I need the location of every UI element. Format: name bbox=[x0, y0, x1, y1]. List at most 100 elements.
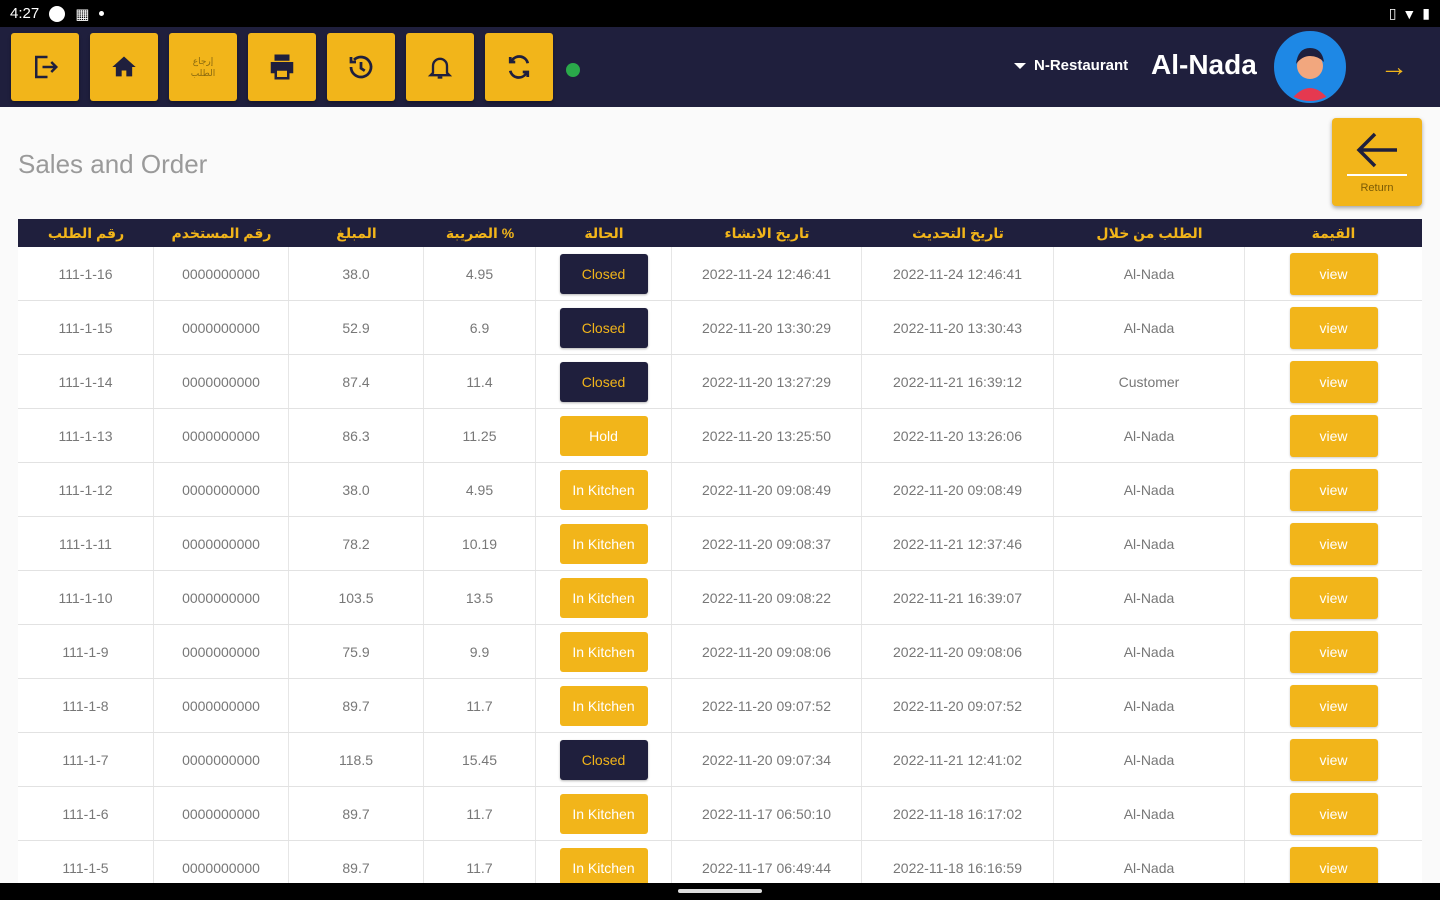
cell-updated: 2022-11-20 09:07:52 bbox=[862, 679, 1054, 732]
cell-value: 89.7 bbox=[342, 697, 370, 714]
cell-value: 0000000000 bbox=[182, 751, 260, 768]
cell-user: 0000000000 bbox=[154, 679, 289, 732]
cell-tax: 9.9 bbox=[424, 625, 536, 678]
header-ordered-via: الطلب من خلال bbox=[1096, 224, 1203, 241]
notification-icon: ▦ bbox=[75, 5, 90, 23]
return-button[interactable]: Return bbox=[1332, 118, 1422, 206]
restaurant-selector[interactable]: N-Restaurant bbox=[1014, 57, 1128, 74]
view-button[interactable]: view bbox=[1289, 846, 1378, 883]
cell-value: 111-1-8 bbox=[62, 697, 109, 714]
cell-order: 111-1-9 bbox=[18, 625, 154, 678]
logout-button[interactable] bbox=[11, 33, 79, 101]
cell-updated: 2022-11-20 09:08:06 bbox=[862, 625, 1054, 678]
cell-via: Al-Nada bbox=[1054, 301, 1245, 354]
cell-status: In Kitchen bbox=[536, 625, 672, 678]
home-button[interactable] bbox=[90, 33, 158, 101]
cell-value: 0000000000 bbox=[182, 643, 260, 660]
cell-value: 2022-11-20 09:08:06 bbox=[893, 643, 1022, 660]
status-badge: Closed bbox=[559, 361, 648, 402]
cell-tax: 15.45 bbox=[424, 733, 536, 786]
header-value: القيمة bbox=[1311, 224, 1356, 241]
view-button[interactable]: view bbox=[1289, 738, 1378, 781]
table-row: 111-1-12 0000000000 38.0 4.95 In Kitchen 2022… bbox=[18, 463, 1422, 517]
forward-arrow-icon[interactable]: → bbox=[1380, 51, 1408, 83]
cell-tax: 13.5 bbox=[424, 571, 536, 624]
cell-tax: 4.95 bbox=[424, 463, 536, 516]
table-body: 111-1-16 0000000000 38.0 4.95 Closed 2022-11-… bbox=[18, 247, 1422, 883]
cell-amount: 89.7 bbox=[289, 679, 424, 732]
view-button[interactable]: view bbox=[1289, 576, 1378, 619]
cell-updated: 2022-11-18 16:17:02 bbox=[862, 787, 1054, 840]
table-row: 111-1-14 0000000000 87.4 11.4 Closed 2022-11-… bbox=[18, 355, 1422, 409]
cell-via: Al-Nada bbox=[1054, 679, 1245, 732]
cell-status: Closed bbox=[536, 247, 672, 300]
cell-action: view bbox=[1245, 679, 1422, 732]
cell-value: 111-1-10 bbox=[58, 589, 113, 606]
header-amount: المبلغ bbox=[336, 224, 377, 241]
view-button[interactable]: view bbox=[1289, 360, 1378, 403]
cell-value: Al-Nada bbox=[1123, 751, 1175, 768]
table-row: 111-1-10 0000000000 103.5 13.5 In Kitchen 202… bbox=[18, 571, 1422, 625]
cell-user: 0000000000 bbox=[154, 733, 289, 786]
cell-tax: 11.7 bbox=[424, 679, 536, 732]
cell-order: 111-1-13 bbox=[18, 409, 154, 462]
view-button[interactable]: view bbox=[1289, 252, 1378, 295]
cell-value: 0000000000 bbox=[182, 265, 260, 282]
cell-value: Al-Nada bbox=[1123, 319, 1175, 336]
view-button[interactable]: view bbox=[1289, 522, 1378, 565]
view-button[interactable]: view bbox=[1289, 630, 1378, 673]
cell-value: 2022-11-20 09:08:22 bbox=[702, 589, 831, 606]
view-button[interactable]: view bbox=[1289, 306, 1378, 349]
header-user-number: رقم المستخدم bbox=[171, 224, 272, 241]
status-badge: Hold bbox=[559, 415, 648, 456]
table-row: 111-1-16 0000000000 38.0 4.95 Closed 2022-11-… bbox=[18, 247, 1422, 301]
cell-value: 11.4 bbox=[466, 373, 493, 390]
cell-value: 89.7 bbox=[342, 805, 370, 822]
cell-value: 11.7 bbox=[466, 805, 493, 822]
home-gesture-handle[interactable] bbox=[678, 889, 762, 893]
cell-value: 38.0 bbox=[342, 265, 370, 282]
view-button[interactable]: view bbox=[1289, 414, 1378, 457]
cell-value: Al-Nada bbox=[1123, 805, 1175, 822]
printer-icon bbox=[270, 54, 294, 80]
cell-order: 111-1-10 bbox=[18, 571, 154, 624]
header-created: تاريخ الانشاء bbox=[724, 224, 810, 241]
cell-value: 2022-11-20 09:08:49 bbox=[702, 481, 831, 498]
cell-created: 2022-11-20 13:30:29 bbox=[672, 301, 862, 354]
notifications-button[interactable] bbox=[406, 33, 474, 101]
cell-via: Al-Nada bbox=[1054, 841, 1245, 883]
avatar[interactable] bbox=[1274, 31, 1346, 103]
sync-button[interactable] bbox=[485, 33, 553, 101]
status-badge: Closed bbox=[559, 307, 648, 348]
history-button[interactable] bbox=[327, 33, 395, 101]
view-button[interactable]: view bbox=[1289, 792, 1378, 835]
cell-created: 2022-11-20 09:08:22 bbox=[672, 571, 862, 624]
view-button[interactable]: view bbox=[1289, 684, 1378, 727]
cell-value: 0000000000 bbox=[182, 589, 260, 606]
cell-via: Al-Nada bbox=[1054, 517, 1245, 570]
cell-via: Al-Nada bbox=[1054, 571, 1245, 624]
cell-value: 2022-11-20 09:08:49 bbox=[893, 481, 1022, 498]
cell-tax: 11.4 bbox=[424, 355, 536, 408]
cell-updated: 2022-11-20 13:26:06 bbox=[862, 409, 1054, 462]
table-row: 111-1-15 0000000000 52.9 6.9 Closed 2022-11-2… bbox=[18, 301, 1422, 355]
cell-tax: 4.95 bbox=[424, 247, 536, 300]
print-button[interactable] bbox=[248, 33, 316, 101]
cell-value: 2022-11-20 09:07:52 bbox=[893, 697, 1022, 714]
cell-amount: 75.9 bbox=[289, 625, 424, 678]
return-order-button[interactable]: إرجاع الطلب bbox=[169, 33, 237, 101]
cell-value: 2022-11-20 13:26:06 bbox=[893, 427, 1022, 444]
view-button[interactable]: view bbox=[1289, 468, 1378, 511]
cell-value: 0000000000 bbox=[182, 697, 260, 714]
cell-order: 111-1-14 bbox=[18, 355, 154, 408]
cell-status: Closed bbox=[536, 733, 672, 786]
cell-created: 2022-11-17 06:49:44 bbox=[672, 841, 862, 883]
cell-order: 111-1-6 bbox=[18, 787, 154, 840]
cell-amount: 118.5 bbox=[289, 733, 424, 786]
status-badge: In Kitchen bbox=[559, 631, 648, 672]
cell-status: Hold bbox=[536, 409, 672, 462]
cell-created: 2022-11-20 09:07:52 bbox=[672, 679, 862, 732]
cell-value: 11.7 bbox=[466, 697, 493, 714]
cell-user: 0000000000 bbox=[154, 841, 289, 883]
cell-user: 0000000000 bbox=[154, 409, 289, 462]
